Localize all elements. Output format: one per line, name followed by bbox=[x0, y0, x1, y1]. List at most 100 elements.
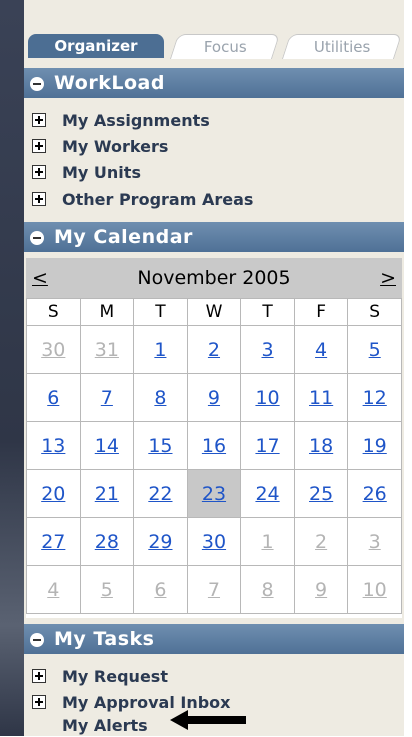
calendar-day-cell[interactable]: 7 bbox=[186, 565, 242, 614]
expand-plus-icon[interactable] bbox=[32, 113, 46, 127]
calendar-day-cell[interactable]: 6 bbox=[133, 565, 188, 614]
calendar-day-link[interactable]: 21 bbox=[95, 483, 119, 505]
calendar-day-cell[interactable]: 28 bbox=[79, 517, 135, 566]
calendar-day-cell[interactable]: 27 bbox=[26, 517, 81, 566]
calendar-day-cell[interactable]: 11 bbox=[293, 373, 349, 422]
next-month-link[interactable]: > bbox=[380, 258, 396, 298]
calendar-day-cell[interactable]: 3 bbox=[347, 517, 402, 566]
calendar-day-link[interactable]: 1 bbox=[154, 339, 166, 361]
calendar-day-cell[interactable]: 10 bbox=[347, 565, 402, 614]
calendar-day-cell[interactable]: 14 bbox=[79, 421, 135, 470]
calendar-day-link[interactable]: 15 bbox=[148, 435, 172, 457]
calendar-day-cell[interactable]: 1 bbox=[240, 517, 295, 566]
my-calendar-header[interactable]: My Calendar bbox=[24, 222, 404, 252]
calendar-day-cell[interactable]: 31 bbox=[79, 325, 135, 374]
calendar-day-cell[interactable]: 30 bbox=[26, 325, 81, 374]
calendar-day-cell[interactable]: 8 bbox=[240, 565, 295, 614]
calendar-day-link[interactable]: 13 bbox=[41, 435, 65, 457]
calendar-day-cell[interactable]: 9 bbox=[186, 373, 242, 422]
calendar-day-link[interactable]: 29 bbox=[148, 531, 172, 553]
calendar-day-link[interactable]: 3 bbox=[369, 531, 381, 553]
expand-plus-icon[interactable] bbox=[32, 669, 46, 683]
calendar-day-link[interactable]: 31 bbox=[95, 339, 119, 361]
calendar-day-cell[interactable]: 13 bbox=[26, 421, 81, 470]
calendar-day-link[interactable]: 6 bbox=[47, 387, 59, 409]
calendar-day-link[interactable]: 27 bbox=[41, 531, 65, 553]
calendar-day-cell[interactable]: 4 bbox=[293, 325, 349, 374]
calendar-day-cell-selected[interactable]: 23 bbox=[186, 469, 242, 518]
collapse-icon[interactable] bbox=[30, 633, 44, 647]
calendar-day-link[interactable]: 22 bbox=[148, 483, 172, 505]
calendar-day-cell[interactable]: 6 bbox=[26, 373, 81, 422]
calendar-day-link[interactable]: 30 bbox=[41, 339, 65, 361]
calendar-day-cell[interactable]: 1 bbox=[133, 325, 188, 374]
calendar-day-link[interactable]: 8 bbox=[154, 387, 166, 409]
calendar-day-link[interactable]: 1 bbox=[261, 531, 273, 553]
expand-plus-icon[interactable] bbox=[32, 139, 46, 153]
calendar-day-link[interactable]: 20 bbox=[41, 483, 65, 505]
calendar-day-cell[interactable]: 15 bbox=[133, 421, 188, 470]
calendar-day-link[interactable]: 17 bbox=[255, 435, 279, 457]
calendar-day-cell[interactable]: 5 bbox=[347, 325, 402, 374]
calendar-day-cell[interactable]: 4 bbox=[26, 565, 81, 614]
calendar-day-link[interactable]: 12 bbox=[363, 387, 387, 409]
calendar-day-cell[interactable]: 3 bbox=[240, 325, 295, 374]
calendar-day-cell[interactable]: 22 bbox=[133, 469, 188, 518]
workload-header[interactable]: WorkLoad bbox=[24, 68, 404, 98]
calendar-day-link[interactable]: 14 bbox=[95, 435, 119, 457]
calendar-day-cell[interactable]: 18 bbox=[293, 421, 349, 470]
tree-item-label[interactable]: My Alerts bbox=[62, 715, 148, 737]
collapse-icon[interactable] bbox=[30, 231, 44, 245]
tab-focus[interactable]: Focus bbox=[169, 34, 281, 59]
calendar-day-cell[interactable]: 17 bbox=[240, 421, 295, 470]
calendar-day-link[interactable]: 3 bbox=[261, 339, 273, 361]
tree-item-label[interactable]: Other Program Areas bbox=[62, 189, 253, 211]
calendar-day-link[interactable]: 5 bbox=[101, 579, 113, 601]
calendar-day-link[interactable]: 9 bbox=[315, 579, 327, 601]
tree-item-label[interactable]: My Workers bbox=[62, 136, 168, 158]
calendar-day-cell[interactable]: 24 bbox=[240, 469, 295, 518]
expand-plus-icon[interactable] bbox=[32, 165, 46, 179]
tab-utilities[interactable]: Utilities bbox=[281, 34, 403, 59]
tree-item-label[interactable]: My Assignments bbox=[62, 110, 210, 132]
calendar-day-link[interactable]: 25 bbox=[309, 483, 333, 505]
calendar-day-link[interactable]: 2 bbox=[208, 339, 220, 361]
collapse-icon[interactable] bbox=[30, 77, 44, 91]
calendar-day-cell[interactable]: 21 bbox=[79, 469, 135, 518]
calendar-day-link[interactable]: 5 bbox=[369, 339, 381, 361]
calendar-day-cell[interactable]: 2 bbox=[293, 517, 349, 566]
calendar-day-link[interactable]: 2 bbox=[315, 531, 327, 553]
calendar-day-cell[interactable]: 25 bbox=[293, 469, 349, 518]
calendar-day-link[interactable]: 23 bbox=[202, 483, 226, 505]
expand-plus-icon[interactable] bbox=[32, 192, 46, 206]
tree-item-label[interactable]: My Request bbox=[62, 666, 168, 688]
calendar-day-link[interactable]: 19 bbox=[363, 435, 387, 457]
calendar-day-cell[interactable]: 20 bbox=[26, 469, 81, 518]
calendar-day-cell[interactable]: 26 bbox=[347, 469, 402, 518]
calendar-day-cell[interactable]: 2 bbox=[186, 325, 242, 374]
calendar-day-link[interactable]: 4 bbox=[315, 339, 327, 361]
calendar-day-cell[interactable]: 8 bbox=[133, 373, 188, 422]
calendar-day-link[interactable]: 11 bbox=[309, 387, 333, 409]
calendar-day-link[interactable]: 30 bbox=[202, 531, 226, 553]
calendar-day-link[interactable]: 7 bbox=[208, 579, 220, 601]
expand-plus-icon[interactable] bbox=[32, 695, 46, 709]
calendar-day-cell[interactable]: 10 bbox=[240, 373, 295, 422]
calendar-day-cell[interactable]: 19 bbox=[347, 421, 402, 470]
calendar-day-link[interactable]: 9 bbox=[208, 387, 220, 409]
calendar-day-link[interactable]: 10 bbox=[363, 579, 387, 601]
calendar-day-link[interactable]: 7 bbox=[101, 387, 113, 409]
tab-organizer[interactable]: Organizer bbox=[28, 34, 164, 58]
calendar-day-link[interactable]: 6 bbox=[154, 579, 166, 601]
calendar-day-cell[interactable]: 5 bbox=[79, 565, 135, 614]
calendar-day-cell[interactable]: 7 bbox=[79, 373, 135, 422]
calendar-day-link[interactable]: 8 bbox=[261, 579, 273, 601]
tree-item-label[interactable]: My Units bbox=[62, 162, 141, 184]
calendar-day-link[interactable]: 18 bbox=[309, 435, 333, 457]
calendar-day-cell[interactable]: 30 bbox=[186, 517, 242, 566]
calendar-day-cell[interactable]: 9 bbox=[293, 565, 349, 614]
calendar-day-link[interactable]: 4 bbox=[47, 579, 59, 601]
calendar-day-link[interactable]: 16 bbox=[202, 435, 226, 457]
my-tasks-header[interactable]: My Tasks bbox=[24, 624, 404, 654]
calendar-day-link[interactable]: 26 bbox=[363, 483, 387, 505]
